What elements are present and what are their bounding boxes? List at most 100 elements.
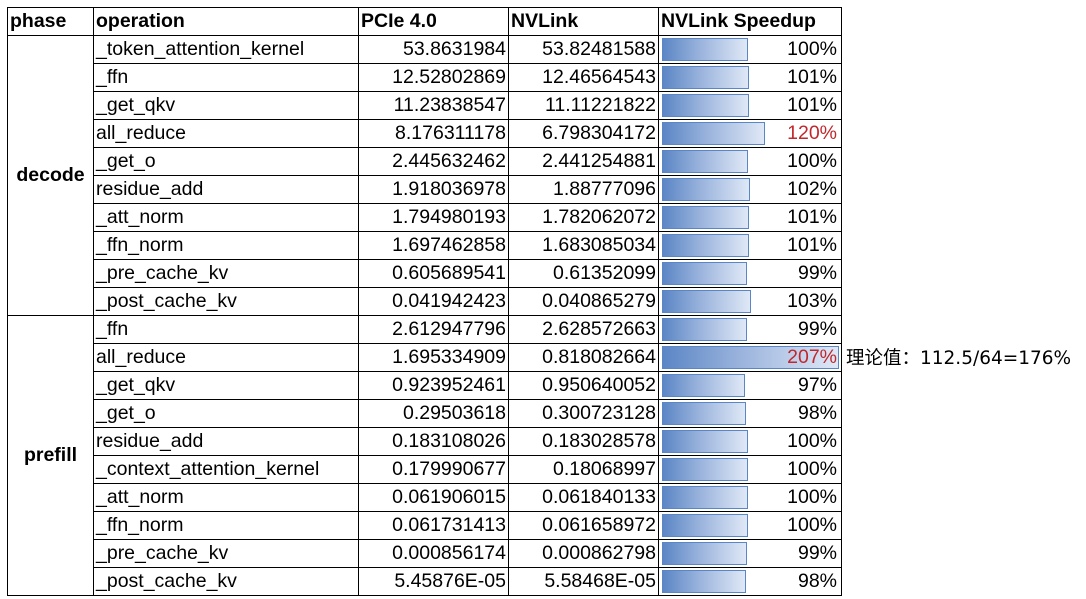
pcie-cell[interactable]: 53.8631984 (358, 35, 509, 64)
nvlink-cell[interactable]: 1.683085034 (508, 231, 659, 260)
pcie-cell[interactable]: 1.794980193 (358, 203, 509, 232)
pcie-cell[interactable]: 0.000856174 (358, 539, 509, 568)
operation-cell[interactable]: _get_o (93, 399, 359, 428)
operation-cell[interactable]: _get_qkv (93, 371, 359, 400)
speedup-cell[interactable]: 101% (658, 231, 842, 260)
pcie-cell[interactable]: 0.179990677 (358, 455, 509, 484)
pcie-cell[interactable]: 2.612947796 (358, 315, 509, 344)
speedup-cell[interactable]: 102% (658, 175, 842, 204)
speedup-cell[interactable]: 99% (658, 259, 842, 288)
pcie-cell[interactable]: 8.176311178 (358, 119, 509, 148)
speedup-cell[interactable]: 120% (658, 119, 842, 148)
pcie-cell[interactable]: 0.061906015 (358, 483, 509, 512)
pcie-cell[interactable]: 0.183108026 (358, 427, 509, 456)
speedup-cell[interactable]: 100% (658, 511, 842, 540)
speedup-cell[interactable]: 101% (658, 203, 842, 232)
speedup-cell[interactable]: 100% (658, 483, 842, 512)
pcie-cell[interactable]: 1.695334909 (358, 343, 509, 372)
speedup-cell[interactable]: 98% (658, 567, 842, 596)
nvlink-cell[interactable]: 2.628572663 (508, 315, 659, 344)
nvlink-cell[interactable]: 1.782062072 (508, 203, 659, 232)
speedup-value: 101% (787, 66, 837, 88)
speedup-cell[interactable]: 100% (658, 35, 842, 64)
operation-cell[interactable]: _ffn (93, 63, 359, 92)
table-row: all_reduce 8.176311178 6.798304172 120% (8, 119, 842, 148)
operation-cell[interactable]: _get_qkv (93, 91, 359, 120)
nvlink-cell[interactable]: 2.441254881 (508, 147, 659, 176)
speedup-cell[interactable]: 97% (658, 371, 842, 400)
nvlink-cell[interactable]: 12.46564543 (508, 63, 659, 92)
pcie-cell[interactable]: 2.445632462 (358, 147, 509, 176)
speedup-cell[interactable]: 100% (658, 147, 842, 176)
speedup-value: 99% (797, 318, 837, 340)
nvlink-cell[interactable]: 5.58468E-05 (508, 567, 659, 596)
header-nvlink[interactable]: NVLink (508, 7, 659, 36)
nvlink-cell[interactable]: 0.950640052 (508, 371, 659, 400)
header-pcie[interactable]: PCIe 4.0 (358, 7, 509, 36)
pcie-cell[interactable]: 0.923952461 (358, 371, 509, 400)
speedup-cell[interactable]: 99% (658, 315, 842, 344)
speedup-value: 101% (787, 94, 837, 116)
operation-cell[interactable]: _context_attention_kernel (93, 455, 359, 484)
speedup-cell[interactable]: 207% (658, 343, 842, 372)
pcie-cell[interactable]: 12.52802869 (358, 63, 509, 92)
operation-cell[interactable]: _att_norm (93, 203, 359, 232)
speedup-cell[interactable]: 100% (658, 455, 842, 484)
speedup-value: 120% (787, 122, 837, 144)
nvlink-cell[interactable]: 0.300723128 (508, 399, 659, 428)
pcie-cell[interactable]: 1.697462858 (358, 231, 509, 260)
pcie-cell[interactable]: 0.605689541 (358, 259, 509, 288)
phase-cell-decode[interactable]: decode (7, 35, 94, 316)
pcie-cell[interactable]: 5.45876E-05 (358, 567, 509, 596)
speedup-cell[interactable]: 99% (658, 539, 842, 568)
speedup-cell[interactable]: 101% (658, 91, 842, 120)
speedup-cell[interactable]: 98% (658, 399, 842, 428)
nvlink-cell[interactable]: 53.82481588 (508, 35, 659, 64)
table-row: _att_norm 0.061906015 0.061840133 100% (8, 483, 842, 512)
operation-cell[interactable]: _ffn (93, 315, 359, 344)
speedup-value: 100% (787, 38, 837, 60)
operation-cell[interactable]: _pre_cache_kv (93, 539, 359, 568)
operation-cell[interactable]: _post_cache_kv (93, 287, 359, 316)
operation-cell[interactable]: all_reduce (93, 343, 359, 372)
header-phase[interactable]: phase (7, 7, 94, 36)
header-speedup[interactable]: NVLink Speedup (658, 7, 842, 36)
operation-cell[interactable]: _ffn_norm (93, 231, 359, 260)
operation-cell[interactable]: _pre_cache_kv (93, 259, 359, 288)
theory-note[interactable]: 理论值：112.5/64=176% (846, 345, 1071, 372)
operation-cell[interactable]: _get_o (93, 147, 359, 176)
nvlink-cell[interactable]: 0.818082664 (508, 343, 659, 372)
operation-cell[interactable]: _ffn_norm (93, 511, 359, 540)
pcie-cell[interactable]: 0.061731413 (358, 511, 509, 540)
phase-cell-prefill[interactable]: prefill (7, 315, 94, 596)
header-operation[interactable]: operation (93, 7, 359, 36)
pcie-cell[interactable]: 11.23838547 (358, 91, 509, 120)
speedup-table: phase operation PCIe 4.0 NVLink NVLink S… (7, 7, 842, 596)
table-row: _pre_cache_kv 0.000856174 0.000862798 99% (8, 539, 842, 568)
speedup-cell[interactable]: 100% (658, 427, 842, 456)
nvlink-cell[interactable]: 0.183028578 (508, 427, 659, 456)
nvlink-cell[interactable]: 0.61352099 (508, 259, 659, 288)
nvlink-cell[interactable]: 1.88777096 (508, 175, 659, 204)
speedup-cell[interactable]: 101% (658, 63, 842, 92)
pcie-cell[interactable]: 1.918036978 (358, 175, 509, 204)
pcie-cell[interactable]: 0.041942423 (358, 287, 509, 316)
operation-cell[interactable]: _token_attention_kernel (93, 35, 359, 64)
speedup-value: 100% (787, 150, 837, 172)
nvlink-cell[interactable]: 0.000862798 (508, 539, 659, 568)
operation-cell[interactable]: residue_add (93, 427, 359, 456)
operation-cell[interactable]: _att_norm (93, 483, 359, 512)
nvlink-cell[interactable]: 0.18068997 (508, 455, 659, 484)
table-row: _ffn 12.52802869 12.46564543 101% (8, 63, 842, 92)
table-row: decode _token_attention_kernel 53.8631984 5… (7, 35, 842, 316)
pcie-cell[interactable]: 0.29503618 (358, 399, 509, 428)
nvlink-cell[interactable]: 11.11221822 (508, 91, 659, 120)
operation-cell[interactable]: all_reduce (93, 119, 359, 148)
speedup-cell[interactable]: 103% (658, 287, 842, 316)
nvlink-cell[interactable]: 0.061840133 (508, 483, 659, 512)
nvlink-cell[interactable]: 0.040865279 (508, 287, 659, 316)
operation-cell[interactable]: _post_cache_kv (93, 567, 359, 596)
operation-cell[interactable]: residue_add (93, 175, 359, 204)
nvlink-cell[interactable]: 0.061658972 (508, 511, 659, 540)
nvlink-cell[interactable]: 6.798304172 (508, 119, 659, 148)
